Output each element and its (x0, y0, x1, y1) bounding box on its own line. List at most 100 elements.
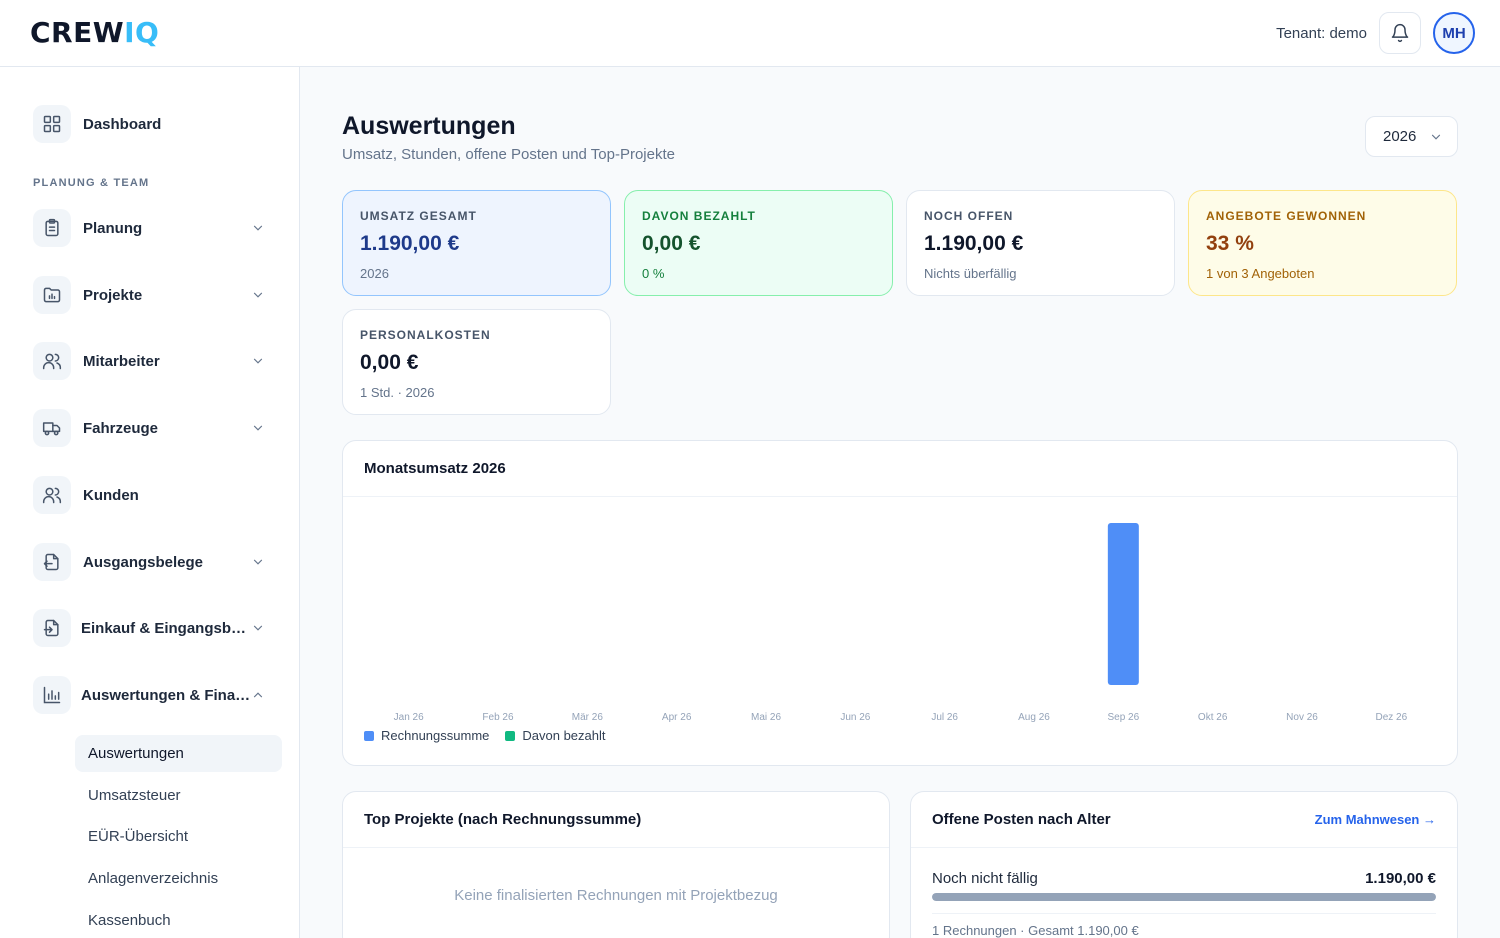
sidebar-item-mitarbeiter[interactable]: Mitarbeiter (33, 341, 273, 381)
x-tick-label: Sep 26 (1107, 712, 1139, 723)
open-items-progress-fill (932, 893, 1436, 901)
x-tick-label: Jun 26 (840, 712, 870, 723)
x-tick-label: Jul 26 (931, 712, 958, 723)
logo[interactable]: CREWIQ (30, 17, 159, 49)
sidebar-item-ausgangsbelege[interactable]: Ausgangsbelege (33, 542, 273, 582)
kpi-personalkosten: PERSONALKOSTEN 0,00 € 1 Std. · 2026 (342, 309, 611, 415)
sidebar-item-label: Ausgangsbelege (83, 553, 204, 571)
sidebar-item-projekte[interactable]: Projekte (33, 275, 273, 315)
sidebar-item-label: Planung (83, 219, 143, 237)
file-in-icon (33, 609, 71, 647)
kpi-label: ANGEBOTE GEWONNEN (1206, 209, 1367, 223)
users-icon (33, 342, 71, 380)
kpi-value: 0,00 € (360, 351, 419, 374)
grid-icon (33, 105, 71, 143)
kpi-label: UMSATZ GESAMT (360, 209, 477, 223)
x-tick-label: Feb 26 (482, 712, 514, 723)
chevron-up-icon (253, 692, 263, 698)
x-tick-label: Okt 26 (1198, 712, 1228, 723)
x-tick-label: Apr 26 (662, 712, 692, 723)
sidebar-subitem-umsatzsteuer[interactable]: Umsatzsteuer (75, 777, 282, 814)
x-tick-label: Mär 26 (572, 712, 604, 723)
sidebar-item-label: Kunden (83, 486, 139, 504)
sidebar: Dashboard PLANUNG & TEAM Planung Projekt… (0, 67, 300, 938)
dunning-link[interactable]: Zum Mahnwesen → (1315, 812, 1436, 827)
folder-chart-icon (33, 276, 71, 314)
x-tick-label: Aug 26 (1018, 712, 1050, 723)
chevron-down-icon (1431, 134, 1441, 140)
sidebar-subitem-auswertungen[interactable]: Auswertungen (75, 735, 282, 772)
x-tick-label: Nov 26 (1286, 712, 1318, 723)
legend-swatch (505, 730, 516, 741)
sidebar-subitem-eur-uebersicht[interactable]: EÜR-Übersicht (75, 818, 282, 855)
kpi-label: NOCH OFFEN (924, 209, 1014, 223)
kpi-subtext: Nichts überfällig (924, 266, 1017, 281)
x-tick-label: Dez 26 (1375, 712, 1407, 723)
kpi-value: 0,00 € (642, 232, 701, 255)
sidebar-item-label: Mitarbeiter (83, 352, 160, 370)
chevron-down-icon (253, 425, 263, 431)
legend-swatch (364, 730, 374, 741)
notifications-button[interactable] (1379, 12, 1421, 54)
page-subtitle: Umsatz, Stunden, offene Posten und Top-P… (342, 146, 675, 163)
truck-icon (33, 409, 71, 447)
divider (932, 913, 1436, 914)
kpi-davon-bezahlt: DAVON BEZAHLT 0,00 € 0 % (624, 190, 893, 296)
tenant-label: Tenant: demo (1276, 25, 1367, 42)
clipboard-icon (33, 209, 71, 247)
top-bar: CREWIQ Tenant: demo MH (0, 0, 1500, 67)
sidebar-item-label: Dashboard (83, 115, 162, 133)
kpi-value: 1.190,00 € (360, 232, 460, 255)
kpi-umsatz-gesamt: UMSATZ GESAMT 1.190,00 € 2026 (342, 190, 611, 296)
sidebar-item-einkauf[interactable]: Einkauf & Eingangsbel… (33, 608, 273, 648)
sidebar-item-planung[interactable]: Planung (33, 208, 273, 248)
kpi-value: 33 % (1206, 232, 1254, 255)
kpi-subtext: 1 von 3 Angeboten (1206, 266, 1315, 281)
chevron-down-icon (253, 559, 263, 565)
sidebar-subitem-kassenbuch[interactable]: Kassenbuch (75, 902, 282, 938)
open-items-row-value: 1.190,00 € (1365, 870, 1436, 887)
chart-title: Monatsumsatz 2026 (343, 441, 1457, 497)
kpi-noch-offen: NOCH OFFEN 1.190,00 € Nichts überfällig (906, 190, 1175, 296)
chart-legend: Rechnungssumme Davon bezahlt (364, 728, 622, 743)
monthly-revenue-card: Monatsumsatz 2026 Jan 26 Feb 26 Mär 26 Apr … (342, 440, 1458, 766)
kpi-label: PERSONALKOSTEN (360, 328, 491, 342)
open-items-progress (932, 893, 1436, 901)
kpi-angebote-gewonnen: ANGEBOTE GEWONNEN 33 % 1 von 3 Angeboten (1188, 190, 1457, 296)
page-title: Auswertungen (342, 112, 516, 140)
bar-chart-icon (33, 676, 71, 714)
kpi-label: DAVON BEZAHLT (642, 209, 756, 223)
sidebar-item-label: Auswertungen & Fina… (81, 686, 251, 704)
sidebar-item-dashboard[interactable]: Dashboard (33, 104, 273, 144)
sidebar-item-kunden[interactable]: Kunden (33, 475, 273, 515)
legend-item-paid: Davon bezahlt (505, 728, 606, 743)
sidebar-item-label: Einkauf & Eingangsbel… (81, 619, 251, 637)
x-tick-label: Jan 26 (394, 712, 424, 723)
year-select-value: 2026 (1383, 128, 1417, 145)
top-projects-title: Top Projekte (nach Rechnungssumme) (343, 792, 889, 848)
open-items-card: Offene Posten nach Alter Zum Mahnwesen →… (910, 791, 1458, 938)
sidebar-item-fahrzeuge[interactable]: Fahrzeuge (33, 408, 273, 448)
chevron-down-icon (253, 358, 263, 364)
monthly-revenue-chart: Jan 26 Feb 26 Mär 26 Apr 26 Mai 26 Jun 26 Jul … (394, 523, 1408, 723)
open-items-row-label: Noch nicht fällig (932, 870, 1038, 887)
legend-item-invoice: Rechnungssumme (364, 728, 489, 743)
bar-invoice[interactable] (1107, 523, 1139, 685)
sidebar-item-auswertungen-finanzen[interactable]: Auswertungen & Fina… (33, 675, 273, 715)
sidebar-subitem-anlagenverzeichnis[interactable]: Anlagenverzeichnis (75, 860, 282, 897)
top-projects-empty: Keine finalisierten Rechnungen mit Proje… (454, 887, 778, 904)
sidebar-item-label: Fahrzeuge (83, 419, 159, 437)
bell-icon (1391, 23, 1409, 43)
open-items-meta: 1 Rechnungen · Gesamt 1.190,00 € (932, 923, 1139, 938)
sidebar-item-label: Projekte (83, 286, 143, 304)
user-avatar[interactable]: MH (1433, 12, 1475, 54)
file-out-icon (33, 543, 71, 581)
kpi-subtext: 2026 (360, 266, 389, 281)
chevron-down-icon (253, 625, 263, 631)
x-tick-label: Mai 26 (751, 712, 781, 723)
top-projects-card: Top Projekte (nach Rechnungssumme) Keine… (342, 791, 890, 938)
year-select[interactable]: 2026 (1365, 116, 1458, 157)
sidebar-section-title: PLANUNG & TEAM (33, 177, 150, 189)
kpi-subtext: 1 Std. · 2026 (360, 385, 435, 400)
chevron-down-icon (253, 292, 263, 298)
